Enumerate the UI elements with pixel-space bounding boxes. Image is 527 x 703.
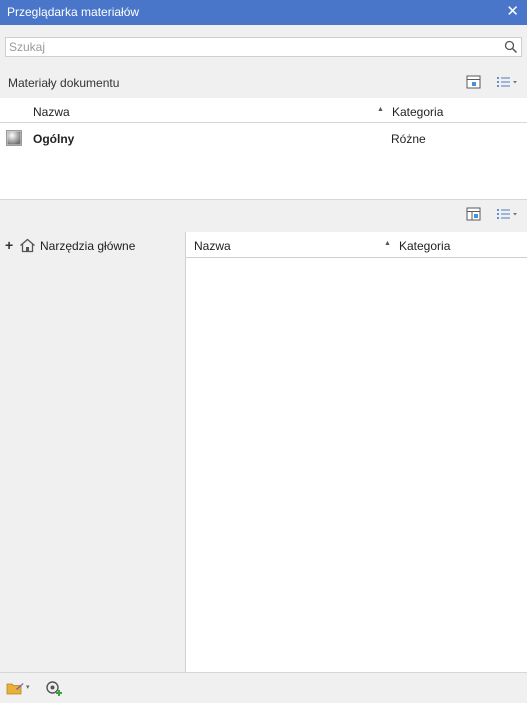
material-name: Ogólny [33,132,75,146]
sort-ascending-icon: ▲ [377,106,384,113]
close-button[interactable]: ✕ [506,3,519,21]
panel-toggle-icon-library[interactable] [466,207,482,221]
material-browser-window: Przeglądarka materiałów ✕ Materiały doku… [0,0,527,703]
table-header: Nazwa ▲ Kategoria [0,98,527,123]
library-tree: + Narzędzia główne [0,232,186,672]
column-header-category[interactable]: Kategoria [392,105,443,119]
document-materials-table: Nazwa ▲ Kategoria Ogólny Różne [0,98,527,199]
window-title: Przeglądarka materiałów [7,5,140,19]
create-material-icon[interactable] [45,680,63,698]
document-materials-title: Materiały dokumentu [8,76,120,90]
table-row[interactable]: Ogólny Różne [0,127,527,149]
title-bar[interactable]: Przeglądarka materiałów ✕ [0,0,527,25]
view-options-icon-library[interactable] [496,207,518,221]
library-table-header: Nazwa ▲ Kategoria [186,232,527,258]
library-materials-list: Nazwa ▲ Kategoria [186,232,527,672]
home-icon [20,238,35,253]
library-sort-ascending-icon: ▲ [384,240,391,247]
library-column-header-category[interactable]: Kategoria [399,239,450,253]
tree-item-label: Narzędzia główne [40,239,136,253]
library-column-header-name[interactable]: Nazwa [194,239,231,253]
panel-toggle-icon[interactable] [466,75,482,89]
search-input[interactable] [9,39,489,55]
folder-dropdown-icon[interactable]: ▾ [26,683,30,691]
open-library-folder-icon[interactable] [6,681,24,696]
section-divider [0,199,527,200]
search-icon[interactable] [504,40,518,54]
column-header-name[interactable]: Nazwa [33,105,70,119]
expand-toggle[interactable]: + [5,237,13,253]
search-box[interactable] [5,37,522,57]
view-options-icon[interactable] [496,75,518,89]
material-category: Różne [391,132,426,146]
material-sphere-icon [6,130,22,146]
bottom-toolbar: ▾ [0,672,527,703]
